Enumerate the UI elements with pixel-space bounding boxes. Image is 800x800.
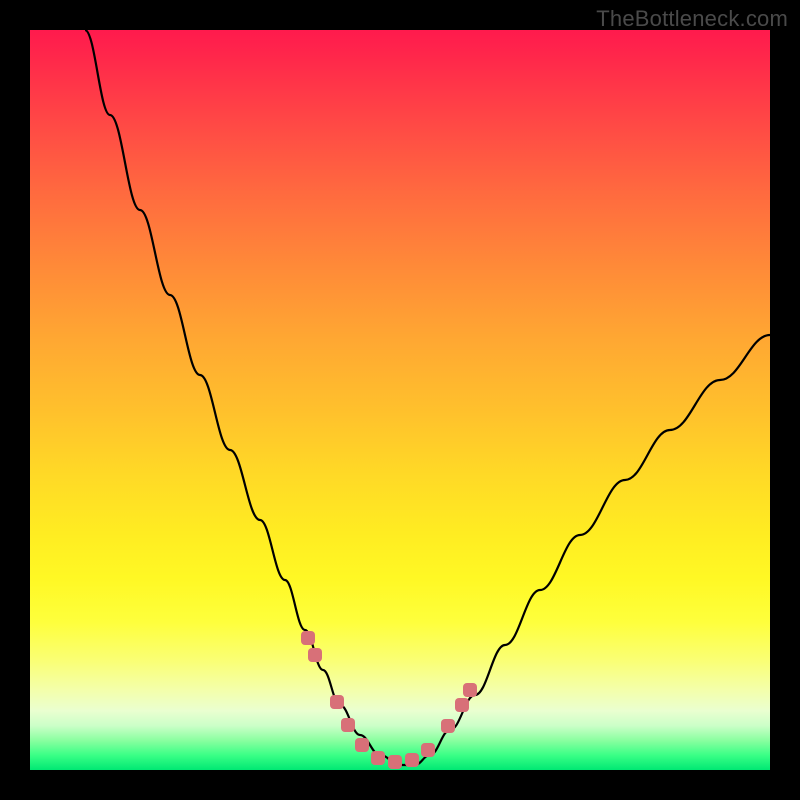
marker-dot bbox=[405, 753, 419, 767]
marker-dot bbox=[330, 695, 344, 709]
chart-frame: TheBottleneck.com bbox=[0, 0, 800, 800]
marker-dot bbox=[421, 743, 435, 757]
curve-svg bbox=[30, 30, 770, 770]
bottleneck-curve bbox=[85, 30, 770, 765]
marker-dot bbox=[441, 719, 455, 733]
plot-area bbox=[30, 30, 770, 770]
marker-group bbox=[301, 631, 477, 769]
watermark-text: TheBottleneck.com bbox=[596, 6, 788, 32]
marker-dot bbox=[301, 631, 315, 645]
marker-dot bbox=[371, 751, 385, 765]
marker-dot bbox=[308, 648, 322, 662]
marker-dot bbox=[463, 683, 477, 697]
marker-dot bbox=[341, 718, 355, 732]
marker-dot bbox=[355, 738, 369, 752]
marker-dot bbox=[388, 755, 402, 769]
marker-dot bbox=[455, 698, 469, 712]
